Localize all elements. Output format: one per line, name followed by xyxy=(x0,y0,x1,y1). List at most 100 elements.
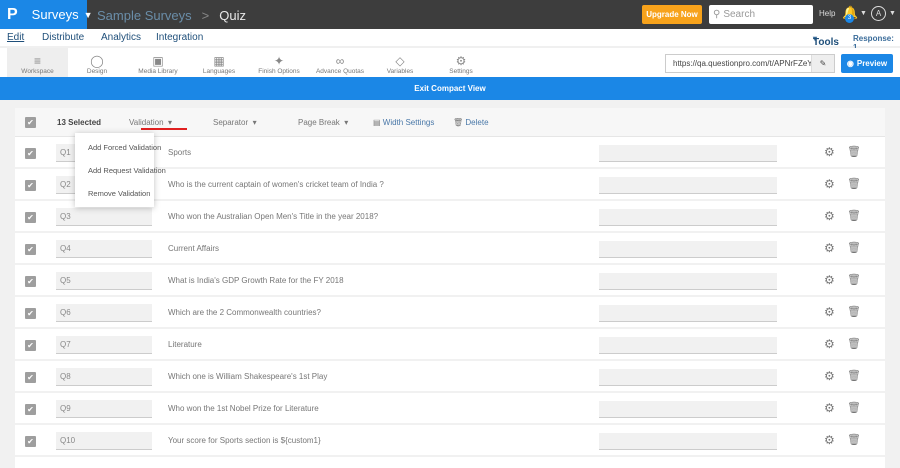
page-break-dropdown[interactable]: Page Break ▾ xyxy=(298,118,348,127)
survey-url-field[interactable]: https://qa.questionpro.com/t/APNrFZeY ✎ xyxy=(665,54,835,73)
question-text[interactable]: Who won the Australian Open Men's Title … xyxy=(168,212,378,221)
gear-icon[interactable]: ⚙ xyxy=(824,401,835,415)
tool-settings[interactable]: ⚙ Settings xyxy=(443,48,479,77)
breadcrumb-sample-surveys[interactable]: Sample Surveys xyxy=(97,8,192,23)
trash-icon[interactable]: 🗑 xyxy=(847,177,861,190)
question-id-field[interactable]: Q7 xyxy=(56,336,152,354)
gear-icon[interactable]: ⚙ xyxy=(824,305,835,319)
question-text[interactable]: What is India's GDP Growth Rate for the … xyxy=(168,276,344,285)
question-id-field[interactable]: Q4 xyxy=(56,240,152,258)
upgrade-now-button[interactable]: Upgrade Now xyxy=(642,5,702,24)
question-text[interactable]: Sports xyxy=(168,148,191,157)
tab-distribute[interactable]: Distribute xyxy=(42,32,84,43)
answer-field[interactable] xyxy=(599,369,777,386)
validation-dropdown[interactable]: Validation ▾ xyxy=(129,118,172,127)
trash-icon[interactable]: 🗑 xyxy=(847,273,861,286)
answer-field[interactable] xyxy=(599,433,777,450)
avatar[interactable]: A xyxy=(871,6,886,21)
gear-icon[interactable]: ⚙ xyxy=(824,241,835,255)
question-id-field[interactable]: Q8 xyxy=(56,368,152,386)
trash-icon[interactable]: 🗑 xyxy=(847,369,861,382)
question-row: ✔ Q7 Literature ⚙ 🗑 xyxy=(15,329,885,361)
tools-menu[interactable]: Tools ▾ xyxy=(813,34,839,48)
tab-integration[interactable]: Integration xyxy=(156,32,203,43)
question-text[interactable]: Which one is William Shakespeare's 1st P… xyxy=(168,372,327,381)
menu-item-remove-validation[interactable]: Remove Validation xyxy=(88,189,150,198)
question-checkbox[interactable]: ✔ xyxy=(25,308,36,319)
help-link[interactable]: Help xyxy=(819,9,835,18)
menu-item-add-request-validation[interactable]: Add Request Validation xyxy=(88,166,166,175)
tool-label: Variables xyxy=(386,68,414,75)
validation-label: Validation xyxy=(129,118,164,127)
question-checkbox[interactable]: ✔ xyxy=(25,372,36,383)
answer-field[interactable] xyxy=(599,241,777,258)
trash-icon[interactable]: 🗑 xyxy=(847,241,861,254)
active-underline xyxy=(141,128,187,130)
trash-icon[interactable]: 🗑 xyxy=(847,401,861,414)
exit-compact-view-button[interactable]: Exit Compact View xyxy=(0,77,900,100)
gear-icon[interactable]: ⚙ xyxy=(824,177,835,191)
question-text[interactable]: Current Affairs xyxy=(168,244,219,253)
gear-icon[interactable]: ⚙ xyxy=(824,433,835,447)
answer-field[interactable] xyxy=(599,273,777,290)
question-checkbox[interactable]: ✔ xyxy=(25,404,36,415)
answer-field[interactable] xyxy=(599,209,777,226)
width-settings-button[interactable]: ▤ Width Settings xyxy=(373,118,434,127)
question-text[interactable]: Literature xyxy=(168,340,202,349)
question-checkbox[interactable]: ✔ xyxy=(25,148,36,159)
tool-finish-options[interactable]: ✦ Finish Options xyxy=(256,48,302,77)
tab-edit[interactable]: Edit xyxy=(7,32,24,43)
question-id-field[interactable]: Q6 xyxy=(56,304,152,322)
question-text[interactable]: Which are the 2 Commonwealth countries? xyxy=(168,308,321,317)
search-input[interactable]: ⚲ Search xyxy=(709,5,813,24)
trash-icon[interactable]: 🗑 xyxy=(847,209,861,222)
tool-workspace[interactable]: ≡ Workspace xyxy=(7,48,68,77)
answer-field[interactable] xyxy=(599,177,777,194)
answer-field[interactable] xyxy=(599,401,777,418)
delete-button[interactable]: 🗑 Delete xyxy=(453,118,489,127)
select-all-checkbox[interactable]: ✔ xyxy=(25,117,36,128)
question-checkbox[interactable]: ✔ xyxy=(25,212,36,223)
question-text[interactable]: Your score for Sports section is ${custo… xyxy=(168,436,321,445)
question-text[interactable]: Who won the 1st Nobel Prize for Literatu… xyxy=(168,404,319,413)
question-text[interactable]: Who is the current captain of women's cr… xyxy=(168,180,384,189)
trash-icon[interactable]: 🗑 xyxy=(847,145,861,158)
question-checkbox[interactable]: ✔ xyxy=(25,180,36,191)
answer-field[interactable] xyxy=(599,337,777,354)
question-id-field[interactable]: Q3 xyxy=(56,208,152,226)
answer-field[interactable] xyxy=(599,305,777,322)
trash-icon[interactable]: 🗑 xyxy=(847,337,861,350)
surveys-menu[interactable]: P Surveys ▼ xyxy=(0,0,93,29)
question-checkbox[interactable]: ✔ xyxy=(25,276,36,287)
question-id-field[interactable]: Q5 xyxy=(56,272,152,290)
preview-label: Preview xyxy=(856,59,888,68)
gear-icon[interactable]: ⚙ xyxy=(824,273,835,287)
tool-languages[interactable]: ▦ Languages xyxy=(198,48,240,77)
tab-analytics[interactable]: Analytics xyxy=(101,32,141,43)
gear-icon[interactable]: ⚙ xyxy=(824,369,835,383)
chevron-down-icon[interactable]: ▼ xyxy=(860,10,867,17)
question-row: ✔ Q5 What is India's GDP Growth Rate for… xyxy=(15,265,885,297)
pencil-icon[interactable]: ✎ xyxy=(811,55,834,72)
question-id-field[interactable]: Q10 xyxy=(56,432,152,450)
gear-icon[interactable]: ⚙ xyxy=(824,209,835,223)
gear-icon[interactable]: ⚙ xyxy=(824,145,835,159)
tool-media-library[interactable]: ▣ Media Library xyxy=(132,48,184,77)
question-checkbox[interactable]: ✔ xyxy=(25,340,36,351)
menu-item-add-forced-validation[interactable]: Add Forced Validation xyxy=(88,143,161,152)
trash-icon[interactable]: 🗑 xyxy=(847,433,861,446)
question-checkbox[interactable]: ✔ xyxy=(25,436,36,447)
answer-field[interactable] xyxy=(599,145,777,162)
tool-advance-quotas[interactable]: ∞ Advance Quotas xyxy=(314,48,366,77)
preview-button[interactable]: ◉ Preview xyxy=(841,54,893,73)
tool-design[interactable]: ◯ Design xyxy=(72,48,122,77)
separator-dropdown[interactable]: Separator ▾ xyxy=(213,118,257,127)
question-id-field[interactable]: Q9 xyxy=(56,400,152,418)
chevron-down-icon[interactable]: ▼ xyxy=(889,10,896,17)
question-row: ✔ Q8 Which one is William Shakespeare's … xyxy=(15,361,885,393)
tool-variables[interactable]: ◇ Variables xyxy=(381,48,419,77)
question-checkbox[interactable]: ✔ xyxy=(25,244,36,255)
question-row: ✔ Q10 Your score for Sports section is $… xyxy=(15,425,885,457)
trash-icon[interactable]: 🗑 xyxy=(847,305,861,318)
gear-icon[interactable]: ⚙ xyxy=(824,337,835,351)
